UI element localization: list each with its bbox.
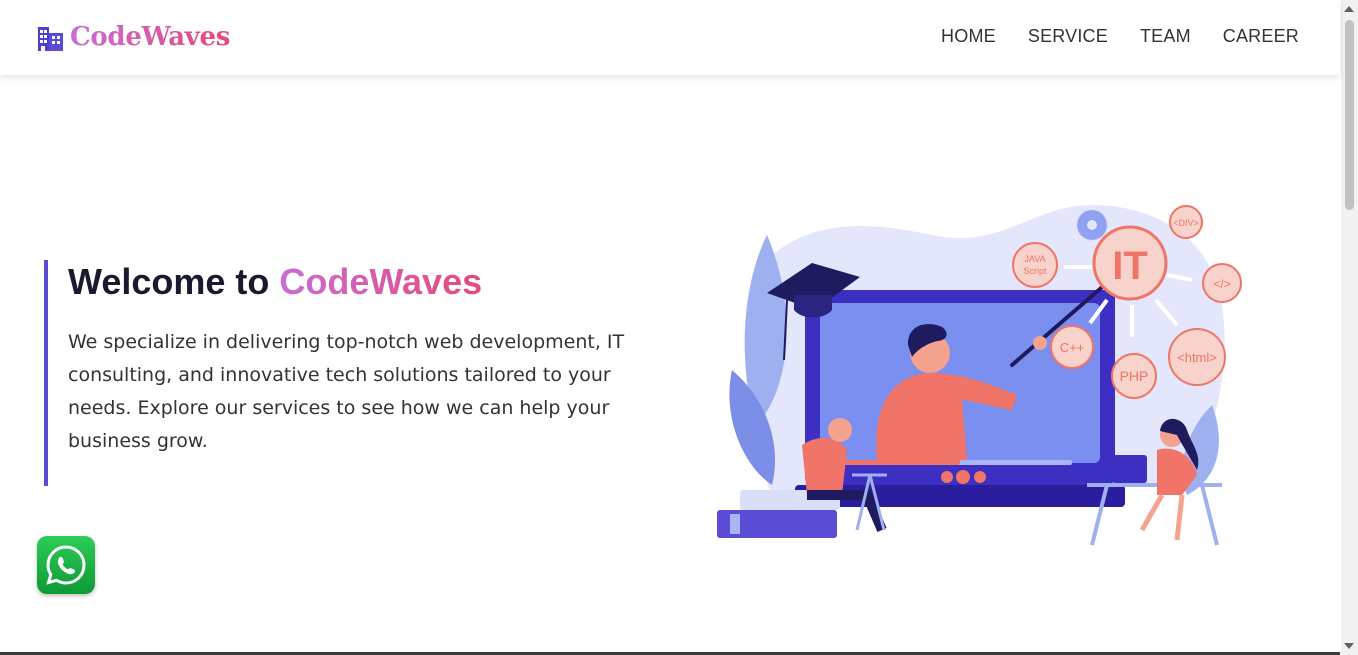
page-scrollbar[interactable]	[1341, 0, 1358, 655]
student-left	[802, 438, 847, 495]
it-badge: IT	[1092, 225, 1168, 301]
svg-text:IT: IT	[1112, 244, 1148, 288]
svg-text:Script: Script	[1023, 266, 1047, 276]
video-btn-next	[974, 471, 986, 483]
hero-description: We specialize in delivering top-notch we…	[68, 331, 625, 452]
nav-team[interactable]: TEAM	[1140, 26, 1191, 47]
student-right-legs	[1139, 493, 1185, 541]
div-badge: <DIV>	[1169, 205, 1203, 239]
scroll-thumb[interactable]	[1345, 20, 1354, 210]
svg-text:JAVA: JAVA	[1024, 254, 1045, 264]
video-btn-prev	[941, 471, 953, 483]
brand-name: CodeWaves	[70, 22, 231, 52]
code-tag-badge: </>	[1202, 263, 1242, 303]
hero-illustration: IT JAVA Script <DIV> </> C++ PHP <html>	[717, 205, 1242, 546]
javascript-badge: JAVA Script	[1012, 242, 1058, 288]
scroll-up-arrow-icon[interactable]	[1344, 6, 1354, 12]
nav-home[interactable]: HOME	[941, 26, 996, 47]
hero-title-accent: CodeWaves	[279, 261, 483, 302]
scroll-down-arrow-icon[interactable]	[1344, 643, 1354, 649]
video-btn-pause	[956, 470, 970, 484]
brand-logo[interactable]: CodeWaves	[37, 21, 230, 53]
svg-text:</>: </>	[1213, 277, 1230, 291]
hero-title: Welcome to CodeWaves	[68, 262, 644, 302]
navbar: CodeWaves HOME SERVICE TEAM CAREER	[0, 0, 1340, 75]
svg-text:C++: C++	[1060, 340, 1085, 355]
book-spine	[730, 514, 740, 534]
cpp-badge: C++	[1050, 325, 1094, 369]
hero-section: Welcome to CodeWaves We specialize in de…	[44, 260, 644, 486]
grad-cap-base	[794, 295, 832, 318]
hero-title-prefix: Welcome to	[68, 261, 280, 302]
main-nav: HOME SERVICE TEAM CAREER	[941, 26, 1299, 47]
student-left-head	[828, 418, 852, 442]
php-badge: PHP	[1111, 353, 1157, 399]
html-badge: <html>	[1168, 328, 1226, 386]
whatsapp-button[interactable]	[37, 536, 95, 594]
teacher-hand	[1033, 336, 1047, 350]
whatsapp-icon	[46, 545, 86, 585]
building-icon	[38, 26, 63, 51]
svg-text:<html>: <html>	[1177, 350, 1217, 365]
nav-service[interactable]: SERVICE	[1028, 26, 1108, 47]
nav-career[interactable]: CAREER	[1223, 26, 1299, 47]
svg-text:PHP: PHP	[1120, 368, 1149, 384]
svg-text:<DIV>: <DIV>	[1173, 218, 1199, 228]
video-progress-fill	[842, 460, 960, 465]
student-right-laptop	[1112, 455, 1147, 483]
